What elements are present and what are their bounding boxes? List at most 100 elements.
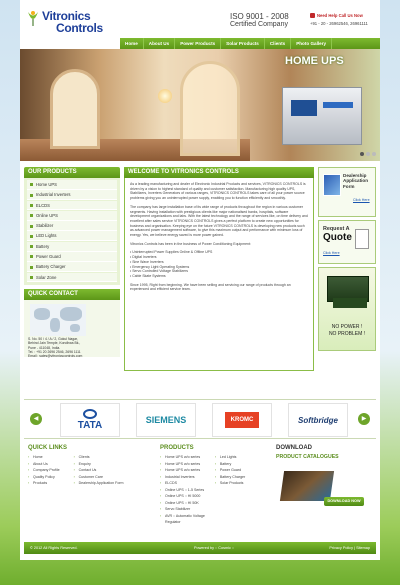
slider-dot-3[interactable]: [372, 152, 376, 156]
sidebar-item-battery-charger[interactable]: Battery Charger: [27, 262, 117, 273]
banner-lamp: [158, 89, 172, 103]
address-email[interactable]: Email : sales@vitronicscontrols.com: [28, 354, 118, 358]
page-container: Vitronics Controls ISO 9001 - 2008 Certi…: [20, 0, 380, 560]
world-map-image: [30, 303, 86, 336]
main-nav: Home About Us Power Products Solar Produ…: [120, 38, 380, 49]
welcome-section: WELCOME TO VITRONICS CONTROLS As a leadi…: [124, 167, 314, 397]
client-logo-siemens[interactable]: SIEMENS: [136, 403, 196, 437]
quick-links-list-2: Clients Enquiry Contact Us Customer Care…: [74, 454, 124, 487]
banner-caption: HOME UPS: [285, 55, 344, 67]
map-region-4: [70, 323, 80, 332]
map-region-3: [60, 306, 82, 321]
quote-card[interactable]: Request A Quote Click Here: [318, 220, 376, 264]
map-region-1: [34, 307, 50, 320]
welcome-paragraph-1: As a leading manufacturing and dealer of…: [130, 182, 306, 201]
footer-link[interactable]: Dealership Application Form: [74, 480, 124, 487]
sidebar-item-power-guard[interactable]: Power Guard: [27, 252, 117, 262]
welcome-paragraph-2: The company has large installation base …: [130, 204, 308, 238]
no-power-line-1: NO POWER !: [331, 324, 363, 330]
client-logo-kromc[interactable]: KROMC: [212, 403, 272, 437]
footer-product-link-cont[interactable]: Regulator: [160, 519, 205, 526]
client-name-tata: TATA: [77, 420, 103, 431]
quick-contact-heading: QUICK CONTACT: [24, 288, 120, 300]
banner-arch: [50, 69, 100, 149]
footer-products-column: PRODUCTS Home UPS w/o series Home UPS w/…: [160, 445, 272, 526]
quick-links-list-1: Home About Us Company Profile Quality Po…: [28, 454, 60, 487]
phone-icon: [310, 13, 315, 19]
help-title: Need Help Call Us Now: [317, 13, 363, 18]
ups-display-panel: [291, 100, 317, 116]
quote-title-2: Quote: [323, 232, 352, 243]
sidebar-item-elcds[interactable]: ELCDS: [27, 200, 117, 211]
product-bullet-list: Uninterrupted Power Supplies Online & Of…: [130, 250, 308, 278]
nav-power-products[interactable]: Power Products: [175, 38, 222, 49]
quick-links-heading: QUICK LINKS: [28, 445, 67, 451]
download-subheading: PRODUCT CATALOGUES: [276, 454, 339, 460]
sidebar-item-home-ups[interactable]: Home UPS: [27, 180, 117, 190]
hero-banner: HOME UPS: [20, 49, 380, 161]
client-logo-tata[interactable]: TATA: [60, 403, 120, 437]
client-logo-carousel: ◀ TATA SIEMENS KROMC Softbridge ▶: [24, 399, 376, 439]
client-logo-softbridge[interactable]: Softbridge: [288, 403, 348, 437]
dealership-card[interactable]: Dealership Application Form Click Here: [318, 167, 376, 217]
footer-product-link[interactable]: Solar Products: [215, 480, 245, 487]
logo[interactable]: Vitronics Controls: [26, 8, 126, 35]
iso-line2: Certified Company: [230, 21, 288, 28]
nav-solar-products[interactable]: Solar Products: [221, 38, 265, 49]
bullet-item: Cable Skate Systems: [130, 274, 308, 279]
sidebar-item-solar-zone[interactable]: Solar Zone: [27, 272, 117, 283]
carousel-prev-button[interactable]: ◀: [30, 413, 42, 425]
powered-by-text[interactable]: Powered by :: Cosmic ::: [194, 542, 234, 554]
client-name-softbridge: Softbridge: [298, 415, 338, 425]
download-now-button[interactable]: DOWNLOAD NOW: [324, 497, 364, 506]
nav-about-us[interactable]: About Us: [144, 38, 176, 49]
footer-products-list-2: Led Lights Battery Power Guard Battery C…: [215, 454, 245, 526]
nav-photo-gallery[interactable]: Photo Gallery: [291, 38, 333, 49]
welcome-paragraph-4: Since 1995, Right from beginning. We hav…: [130, 282, 291, 292]
footer-products-list-1: Home UPS w/o series Home UPS w/o series …: [160, 454, 205, 526]
tata-logo-icon: [83, 409, 97, 419]
client-name-siemens: SIEMENS: [145, 415, 187, 425]
logo-text-line2: Controls: [56, 21, 103, 35]
welcome-paragraph-3: Vitronics Controls has been in the busin…: [130, 241, 251, 246]
help-contact: Need Help Call Us Now +91 - 20 - 2696254…: [310, 13, 380, 26]
nav-clients[interactable]: Clients: [265, 38, 292, 49]
no-power-text: NO POWER ! NO PROBLEM !: [319, 324, 375, 338]
banner-ups-product: [282, 87, 362, 145]
dealership-title: Dealership Application Form: [343, 173, 369, 189]
nav-home[interactable]: Home: [120, 38, 144, 49]
dealership-link[interactable]: Click Here: [353, 198, 370, 202]
iso-line1: ISO 9001 - 2008: [230, 12, 289, 21]
sidebar-item-battery[interactable]: Battery: [27, 241, 117, 252]
battery-image-2: [333, 298, 367, 308]
sidebar-item-led-lights[interactable]: LED Lights: [27, 231, 117, 242]
contact-address: S. No. 50 / 4 / A / 2, Gokul Nagar, Behi…: [28, 337, 118, 358]
sidebar-item-stabilizer[interactable]: Stabilizer: [27, 221, 117, 231]
carousel-next-button[interactable]: ▶: [358, 413, 370, 425]
no-power-card: NO POWER ! NO PROBLEM !: [318, 267, 376, 351]
sidebar-item-industrial-inverters[interactable]: Industrial Inverters: [27, 190, 117, 201]
quote-link[interactable]: Click Here: [323, 251, 340, 255]
policy-links[interactable]: Privacy Policy | Sitemap: [329, 542, 370, 554]
no-power-line-2: NO PROBLEM !: [328, 331, 366, 337]
sidebar-item-online-ups[interactable]: Online UPS: [27, 210, 117, 221]
client-name-kromc: KROMC: [224, 412, 260, 428]
footer-link[interactable]: Products: [28, 480, 60, 487]
products-list: Home UPS Industrial Inverters ELCDS Onli…: [24, 178, 120, 285]
welcome-heading: WELCOME TO VITRONICS CONTROLS: [124, 167, 314, 178]
slider-dot-1[interactable]: [360, 152, 364, 156]
download-heading: DOWNLOAD: [276, 445, 312, 451]
footer-product-link[interactable]: AVR :: Automatic Voltage: [160, 513, 205, 520]
slider-dot-2[interactable]: [366, 152, 370, 156]
site-header: Vitronics Controls ISO 9001 - 2008 Certi…: [20, 0, 380, 38]
quote-document-icon: [355, 229, 369, 249]
bottom-bar: © 2012 All Rights Reserved. Powered by :…: [24, 542, 376, 554]
footer-products-heading: PRODUCTS: [160, 445, 194, 451]
dealership-form-icon: [323, 174, 341, 196]
right-sidebar: Dealership Application Form Click Here R…: [318, 167, 376, 354]
iso-certification: ISO 9001 - 2008 Certified Company: [230, 13, 289, 29]
ups-brand-strip: [323, 102, 353, 108]
help-phone: +91 - 20 - 26962546, 26961111: [310, 21, 368, 27]
quick-links-column: QUICK LINKS Home About Us Company Profil…: [28, 445, 148, 487]
download-column: DOWNLOAD PRODUCT CATALOGUES: [276, 445, 376, 460]
